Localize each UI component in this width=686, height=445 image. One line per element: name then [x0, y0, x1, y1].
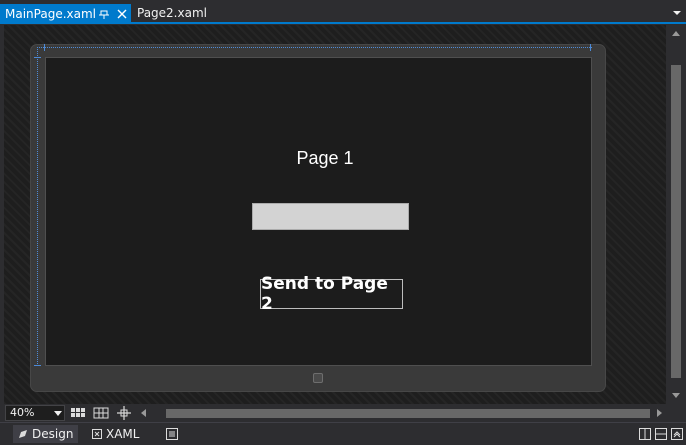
- design-tab-label: Design: [32, 427, 74, 441]
- tab-label: MainPage.xaml: [5, 7, 96, 21]
- vertical-ruler-guide[interactable]: [37, 47, 38, 366]
- close-icon[interactable]: [115, 6, 129, 22]
- designer-bottom-toolbar: 40%: [0, 404, 686, 422]
- collapse-pane-icon[interactable]: [671, 428, 683, 440]
- vertical-scroll-thumb[interactable]: [671, 65, 681, 378]
- text-input[interactable]: [252, 203, 409, 230]
- tab-mainpage-xaml[interactable]: MainPage.xaml: [0, 4, 131, 24]
- scroll-left-arrow-icon[interactable]: [140, 408, 148, 418]
- chevron-down-icon: [54, 411, 62, 416]
- document-outline-icon[interactable]: [166, 428, 178, 440]
- pin-icon[interactable]: [98, 7, 110, 21]
- design-view-icon: [19, 430, 27, 438]
- page-title[interactable]: Page 1: [270, 148, 380, 172]
- send-to-page-2-button[interactable]: Send to Page 2: [260, 274, 403, 314]
- zoom-level-value: 40%: [10, 406, 35, 419]
- vertical-scrollbar[interactable]: [666, 25, 686, 404]
- guide-tick-top-right: [590, 44, 591, 51]
- active-tab-underline: [0, 22, 686, 24]
- tab-page2-xaml[interactable]: Page2.xaml: [133, 4, 211, 22]
- chevron-down-icon[interactable]: [671, 7, 683, 19]
- document-tab-strip: MainPage.xaml Page2.xaml: [0, 0, 686, 24]
- guide-tick-top-left: [44, 44, 45, 51]
- snap-lines-icon[interactable]: [116, 406, 132, 420]
- scroll-right-arrow-icon[interactable]: [655, 408, 663, 418]
- horizontal-ruler-guide[interactable]: [37, 47, 592, 48]
- scroll-up-arrow-icon[interactable]: [671, 29, 681, 39]
- tab-xaml[interactable]: XAML: [92, 425, 139, 443]
- snap-grid-icon[interactable]: [93, 406, 109, 420]
- grid-icon[interactable]: [70, 406, 86, 420]
- guide-tick-left-top: [34, 57, 41, 58]
- xaml-tab-label: XAML: [106, 427, 140, 441]
- scroll-down-arrow-icon[interactable]: [671, 390, 681, 400]
- horizontal-split-icon[interactable]: [655, 428, 667, 440]
- xaml-view-icon: [92, 429, 102, 439]
- windows-button-icon: [313, 373, 323, 383]
- view-switcher-bar: Design XAML: [0, 422, 686, 445]
- guide-tick-left-bottom: [34, 365, 41, 366]
- tab-design[interactable]: Design: [13, 425, 79, 443]
- zoom-level-dropdown[interactable]: 40%: [5, 405, 65, 421]
- horizontal-scroll-thumb[interactable]: [166, 409, 650, 418]
- vertical-split-icon[interactable]: [639, 428, 651, 440]
